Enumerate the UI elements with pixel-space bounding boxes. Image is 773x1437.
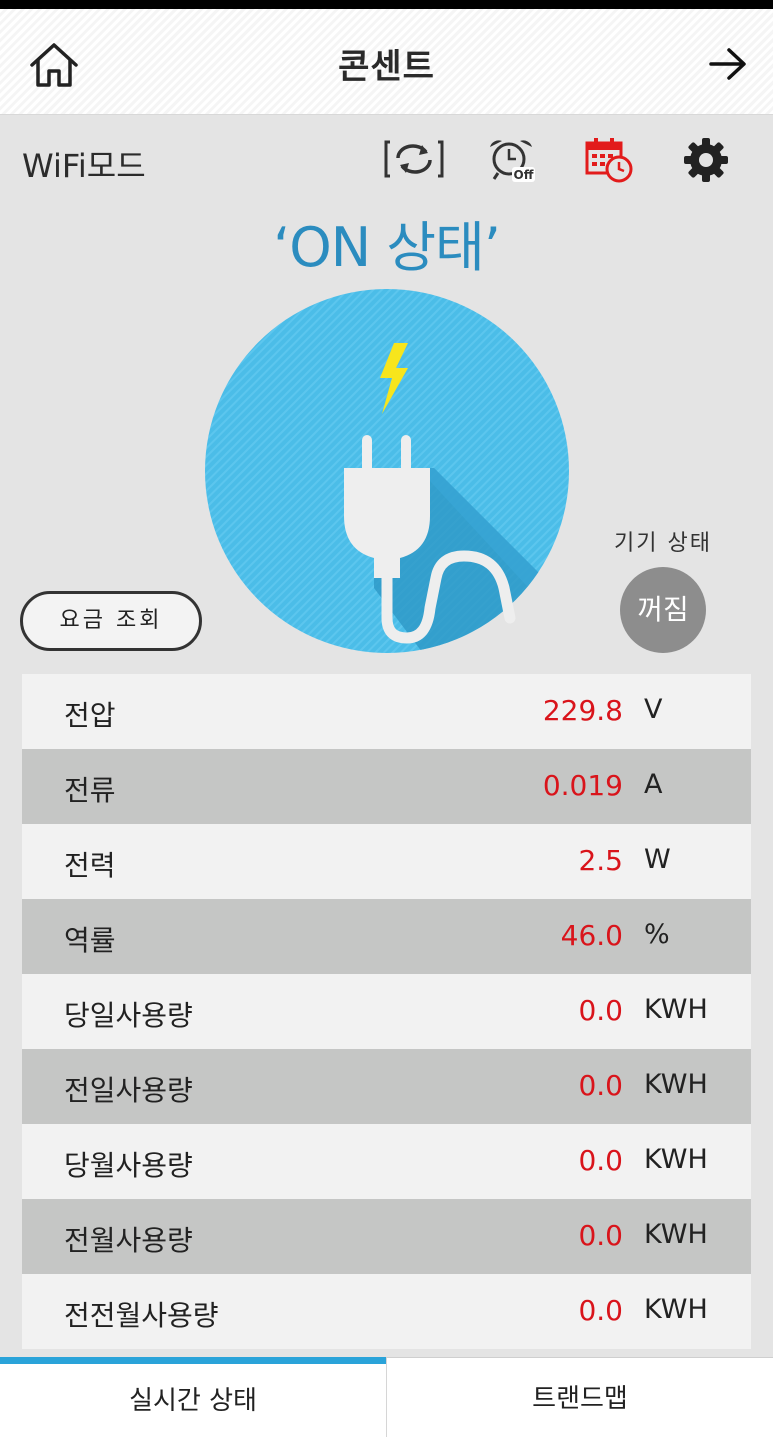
table-row: 전일사용량 0.0 KWH	[22, 1049, 751, 1124]
row-unit: KWH	[644, 1069, 708, 1100]
schedule-icon[interactable]	[585, 137, 633, 183]
system-status-bar	[0, 0, 773, 9]
row-unit: KWH	[644, 1219, 708, 1250]
table-row: 전력 2.5 W	[22, 824, 751, 899]
row-value: 0.0	[578, 1069, 623, 1102]
table-row: 당일사용량 0.0 KWH	[22, 974, 751, 1049]
tab-realtime-status[interactable]: 실시간 상태	[0, 1357, 386, 1437]
main-content: WiFi모드 Off ‘ON 상태’ 요금 조회 기기 상태 꺼짐 전압 229…	[0, 115, 773, 1357]
row-value: 229.8	[542, 694, 623, 727]
row-value: 2.5	[578, 844, 623, 877]
wifi-mode-label: WiFi모드	[22, 147, 146, 185]
page-title: 콘센트	[338, 47, 435, 87]
row-value: 46.0	[560, 919, 623, 952]
table-row: 전압 229.8 V	[22, 674, 751, 749]
row-unit: %	[644, 919, 670, 950]
row-unit: KWH	[644, 1294, 708, 1325]
row-label: 전전월사용량	[64, 1299, 219, 1332]
row-unit: V	[644, 694, 663, 725]
alarm-off-icon[interactable]: Off	[486, 137, 536, 183]
gear-icon[interactable]	[683, 137, 729, 183]
plug-icon[interactable]	[204, 288, 570, 654]
row-label: 역률	[64, 924, 116, 957]
device-status-label: 기기 상태	[614, 531, 712, 556]
app-header: 콘센트	[0, 9, 773, 115]
row-value: 0.0	[578, 1144, 623, 1177]
row-value: 0.0	[578, 1294, 623, 1327]
row-unit: W	[644, 844, 671, 875]
table-row: 전전월사용량 0.0 KWH	[22, 1274, 751, 1349]
svg-text:Off: Off	[514, 168, 534, 182]
row-label: 전월사용량	[64, 1224, 193, 1257]
sync-icon[interactable]	[384, 139, 444, 179]
row-label: 전류	[64, 774, 116, 807]
row-label: 전압	[64, 699, 116, 732]
measurement-table: 전압 229.8 V 전류 0.019 A 전력 2.5 W 역률 46.0 %…	[22, 674, 751, 1349]
row-value: 0.019	[542, 769, 623, 802]
arrow-right-icon[interactable]	[708, 47, 748, 81]
tab-trend-map[interactable]: 트랜드맵	[386, 1357, 773, 1437]
row-value: 0.0	[578, 994, 623, 1027]
row-value: 0.0	[578, 1219, 623, 1252]
device-toggle-button[interactable]: 꺼짐	[620, 567, 706, 653]
row-label: 전력	[64, 849, 116, 882]
row-label: 당일사용량	[64, 999, 193, 1032]
fee-inquiry-button[interactable]: 요금 조회	[20, 591, 202, 651]
row-unit: KWH	[644, 994, 708, 1025]
table-row: 전류 0.019 A	[22, 749, 751, 824]
bottom-tab-bar: 실시간 상태 트랜드맵	[0, 1357, 773, 1437]
row-unit: KWH	[644, 1144, 708, 1175]
row-label: 당월사용량	[64, 1149, 193, 1182]
power-state-text: ‘ON 상태’	[273, 216, 501, 279]
row-label: 전일사용량	[64, 1074, 193, 1107]
table-row: 역률 46.0 %	[22, 899, 751, 974]
row-unit: A	[644, 769, 663, 800]
table-row: 전월사용량 0.0 KWH	[22, 1199, 751, 1274]
table-row: 당월사용량 0.0 KWH	[22, 1124, 751, 1199]
